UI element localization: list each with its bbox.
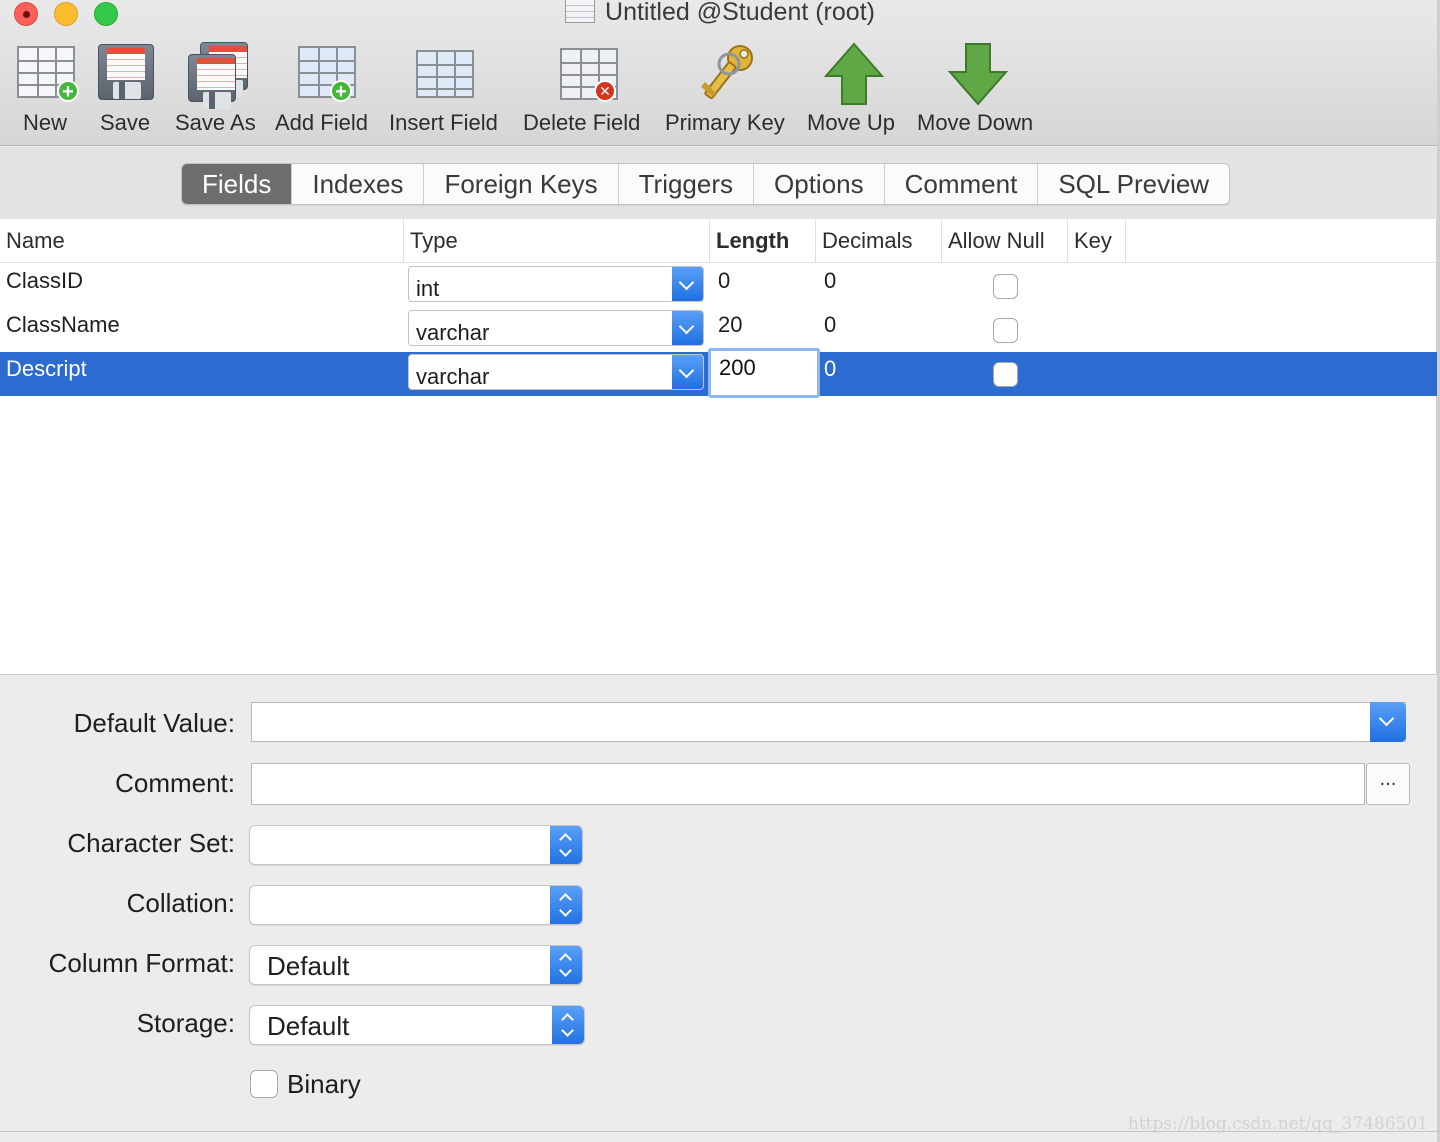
move-up-label: Move Up	[807, 110, 896, 135]
save-as-label: Save As	[175, 110, 256, 135]
field-name-cell[interactable]: ClassName	[6, 308, 120, 352]
tab-comment[interactable]: Comment	[885, 164, 1039, 204]
move-down-label: Move Down	[917, 110, 1034, 135]
collation-label: Collation:	[126, 888, 235, 918]
key-icon	[696, 42, 760, 102]
table-row-selected[interactable]: Descript varchar 200 0	[0, 348, 1437, 398]
floppy-disk-icon	[96, 42, 156, 102]
decimals-cell[interactable]: 0	[824, 308, 836, 352]
column-header-name[interactable]: Name	[0, 219, 404, 263]
length-cell[interactable]: 0	[718, 264, 730, 308]
save-as-button[interactable]: Save As	[172, 38, 260, 138]
tab-bar: Fields Indexes Foreign Keys Triggers Opt…	[0, 147, 1440, 219]
binary-label[interactable]: Binary	[287, 1068, 361, 1100]
window-title: Untitled @Student (root)	[0, 0, 1440, 27]
stepper-icon	[550, 826, 582, 864]
type-dropdown-button[interactable]	[672, 267, 703, 301]
add-field-button[interactable]: + Add Field	[270, 38, 376, 138]
move-up-button[interactable]: Move Up	[802, 38, 904, 138]
decimals-cell[interactable]: 0	[824, 264, 836, 308]
table-document-icon	[565, 0, 596, 23]
storage-label: Storage:	[136, 1008, 235, 1038]
column-header-allow-null[interactable]: Allow Null	[942, 219, 1068, 263]
default-value-combobox[interactable]	[251, 702, 1406, 742]
storage-value: Default	[267, 1011, 350, 1041]
allow-null-checkbox[interactable]	[993, 362, 1018, 387]
comment-label: Comment:	[115, 768, 235, 798]
chevron-down-icon	[678, 318, 695, 335]
collation-select[interactable]	[249, 885, 583, 925]
allow-null-checkbox[interactable]	[993, 274, 1018, 299]
insert-field-label: Insert Field	[389, 110, 498, 135]
table-row[interactable]: ClassID int 0 0	[0, 264, 1437, 308]
tab-options[interactable]: Options	[754, 164, 885, 204]
comment-field[interactable]	[251, 763, 1365, 805]
new-button[interactable]: + New	[10, 38, 82, 138]
chevron-down-icon	[678, 362, 695, 379]
type-dropdown-button[interactable]	[672, 355, 703, 389]
field-name-cell[interactable]: ClassID	[6, 264, 83, 308]
allow-null-checkbox[interactable]	[993, 318, 1018, 343]
insert-field-icon	[416, 42, 482, 102]
move-down-button[interactable]: Move Down	[914, 38, 1042, 138]
length-cell[interactable]: 20	[718, 308, 742, 352]
save-label: Save	[100, 110, 151, 135]
insert-field-button[interactable]: Insert Field	[386, 38, 508, 138]
primary-key-button[interactable]: Primary Key	[662, 38, 792, 138]
table-row[interactable]: ClassName varchar 20 0	[0, 308, 1437, 352]
storage-select[interactable]: Default	[249, 1005, 585, 1045]
divider	[0, 1131, 1440, 1132]
tab-triggers[interactable]: Triggers	[619, 164, 755, 204]
delete-field-icon: ✕	[558, 42, 624, 102]
column-format-value: Default	[267, 951, 350, 981]
arrow-down-icon	[946, 42, 1010, 106]
delete-field-label: Delete Field	[523, 110, 641, 135]
length-edit-field[interactable]: 200	[708, 348, 820, 398]
type-combobox[interactable]: varchar	[408, 354, 704, 390]
chevron-down-icon	[678, 274, 695, 291]
new-table-icon: +	[15, 42, 81, 102]
new-label: New	[23, 110, 68, 135]
character-set-select[interactable]	[249, 825, 583, 865]
tab-indexes[interactable]: Indexes	[292, 164, 425, 204]
tab-foreign-keys[interactable]: Foreign Keys	[424, 164, 619, 204]
comment-editor-button[interactable]: ...	[1366, 763, 1410, 805]
tab-sql-preview[interactable]: SQL Preview	[1038, 164, 1229, 204]
add-field-icon: +	[296, 42, 362, 102]
column-header-key[interactable]: Key	[1068, 219, 1126, 263]
arrow-up-icon	[822, 42, 886, 105]
default-value-dropdown-button[interactable]	[1370, 702, 1406, 742]
type-combobox[interactable]: int	[408, 266, 704, 302]
stepper-icon	[550, 886, 582, 924]
stepper-icon	[550, 946, 582, 984]
tab-fields[interactable]: Fields	[182, 164, 293, 204]
save-button[interactable]: Save	[92, 38, 162, 138]
type-value: int	[416, 276, 440, 301]
type-combobox[interactable]: varchar	[408, 310, 704, 346]
binary-checkbox[interactable]	[250, 1070, 278, 1098]
segmented-tabs: Fields Indexes Foreign Keys Triggers Opt…	[181, 163, 1231, 205]
type-dropdown-button[interactable]	[672, 311, 703, 345]
column-format-label: Column Format:	[48, 948, 235, 978]
type-value: varchar	[416, 320, 490, 345]
column-format-select[interactable]: Default	[249, 945, 583, 985]
primary-key-label: Primary Key	[665, 110, 785, 135]
field-name-cell[interactable]: Descript	[6, 352, 87, 396]
character-set-label: Character Set:	[67, 828, 235, 858]
stepper-icon	[552, 1006, 584, 1044]
chevron-down-icon	[1378, 710, 1395, 727]
save-as-icon	[182, 42, 252, 109]
add-field-label: Add Field	[275, 110, 368, 135]
toolbar: Untitled @Student (root) + New Save Save…	[0, 0, 1440, 146]
column-header-decimals[interactable]: Decimals	[816, 219, 942, 263]
delete-field-button[interactable]: ✕ Delete Field	[518, 38, 652, 138]
column-header-type[interactable]: Type	[404, 219, 710, 263]
decimals-cell[interactable]: 0	[824, 352, 836, 396]
fields-table: Name Type Length Decimals Allow Null Key…	[0, 219, 1437, 675]
default-value-label: Default Value:	[73, 708, 235, 738]
type-value: varchar	[416, 364, 490, 389]
table-header: Name Type Length Decimals Allow Null Key	[0, 219, 1436, 263]
column-header-length[interactable]: Length	[710, 219, 816, 263]
